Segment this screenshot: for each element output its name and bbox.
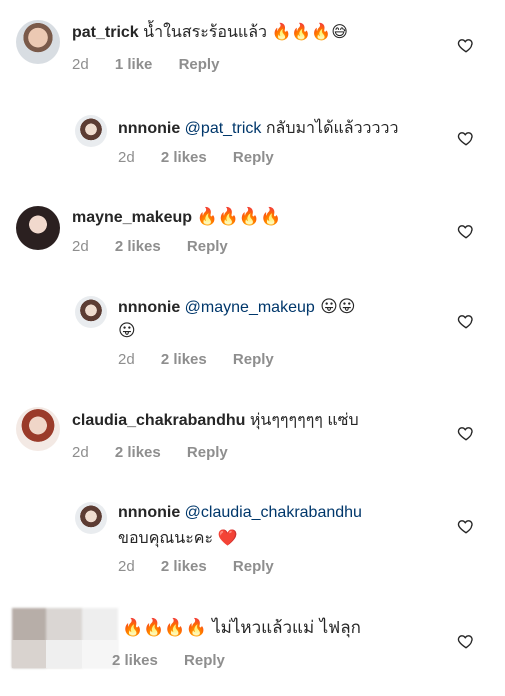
- comment-body: น้ำในสระร้อนแล้ว 🔥🔥🔥😅: [143, 24, 348, 41]
- username[interactable]: nnnonie: [118, 299, 180, 316]
- reply-button[interactable]: Reply: [233, 558, 274, 575]
- comment-meta: 2d 2 likes Reply: [118, 149, 296, 166]
- heart-outline-icon[interactable]: [457, 632, 475, 650]
- likes-count[interactable]: 2 likes: [161, 351, 207, 368]
- username[interactable]: pat_trick: [72, 24, 139, 41]
- heart-outline-icon[interactable]: [457, 129, 475, 147]
- comment-body: ขอบคุณนะคะ ❤️: [118, 530, 238, 547]
- comment-text: nnnonie @pat_trick กลับมาได้แล้ววววว: [118, 118, 399, 140]
- timestamp: 2d: [72, 238, 89, 255]
- username[interactable]: claudia_chakrabandhu: [72, 412, 245, 429]
- timestamp: 2d: [118, 149, 135, 166]
- mention-link[interactable]: @claudia_chakrabandhu: [185, 504, 362, 521]
- redacted-meta-block: [12, 640, 118, 668]
- username[interactable]: nnnonie: [118, 504, 180, 521]
- likes-count[interactable]: 2 likes: [112, 652, 158, 669]
- likes-count[interactable]: 1 like: [115, 56, 153, 73]
- avatar[interactable]: [16, 407, 60, 451]
- comment-meta: 2d 2 likes Reply: [72, 444, 250, 461]
- heart-outline-icon[interactable]: [457, 36, 475, 54]
- heart-outline-icon[interactable]: [457, 517, 475, 535]
- comment-body: 🔥🔥🔥🔥: [196, 207, 282, 227]
- comment-body: กลับมาได้แล้ววววว: [261, 120, 399, 137]
- heart-outline-icon[interactable]: [457, 222, 475, 240]
- likes-count[interactable]: 2 likes: [115, 238, 161, 255]
- reply-button[interactable]: Reply: [187, 444, 228, 461]
- reply-button[interactable]: Reply: [233, 351, 274, 368]
- comment-text: nnnonie @claudia_chakrabandhu: [118, 502, 362, 524]
- comment-text: 🔥🔥🔥🔥 ไม่ไหวแล้วแม่ ไฟลุก: [122, 617, 361, 640]
- reply-button[interactable]: Reply: [187, 238, 228, 255]
- reply-button[interactable]: Reply: [184, 652, 225, 669]
- comment-body-continued: 😛: [118, 321, 136, 341]
- heart-outline-icon[interactable]: [457, 312, 475, 330]
- avatar[interactable]: [16, 20, 60, 64]
- comment-text: mayne_makeup 🔥🔥🔥🔥: [72, 206, 281, 229]
- avatar[interactable]: [16, 206, 60, 250]
- timestamp: 2d: [72, 56, 89, 73]
- reply-button[interactable]: Reply: [179, 56, 220, 73]
- comment-meta: 2d 2 likes Reply: [118, 351, 296, 368]
- comment-meta: 2d 1 like Reply: [72, 56, 241, 73]
- avatar[interactable]: [75, 296, 107, 328]
- likes-count[interactable]: 2 likes: [161, 149, 207, 166]
- heart-outline-icon[interactable]: [457, 424, 475, 442]
- username[interactable]: nnnonie: [118, 120, 180, 137]
- comment-text: nnnonie @mayne_makeup 😛😛: [118, 296, 356, 319]
- mention-link[interactable]: @mayne_makeup: [185, 299, 315, 316]
- comment-text: pat_trick น้ำในสระร้อนแล้ว 🔥🔥🔥😅: [72, 22, 348, 44]
- comment-text: claudia_chakrabandhu หุ่นๆๆๆๆๆๆ แซ่บ: [72, 410, 359, 432]
- mention-link[interactable]: @pat_trick: [185, 120, 262, 137]
- timestamp: 2d: [118, 558, 135, 575]
- comment-meta: 2d 2 likes Reply: [72, 238, 250, 255]
- timestamp: 2d: [72, 444, 89, 461]
- likes-count[interactable]: 2 likes: [115, 444, 161, 461]
- comment-body: 🔥🔥🔥🔥 ไม่ไหวแล้วแม่ ไฟลุก: [122, 618, 361, 638]
- comment-body: หุ่นๆๆๆๆๆๆ แซ่บ: [249, 412, 359, 429]
- username[interactable]: mayne_makeup: [72, 209, 192, 226]
- comment-meta: 2d 2 likes Reply: [118, 558, 296, 575]
- reply-button[interactable]: Reply: [233, 149, 274, 166]
- avatar[interactable]: [75, 115, 107, 147]
- comment-body: 😛😛: [314, 297, 356, 317]
- avatar[interactable]: [75, 502, 107, 534]
- timestamp: 2d: [118, 351, 135, 368]
- likes-count[interactable]: 2 likes: [161, 558, 207, 575]
- comment-meta: 2 likes Reply: [112, 652, 247, 669]
